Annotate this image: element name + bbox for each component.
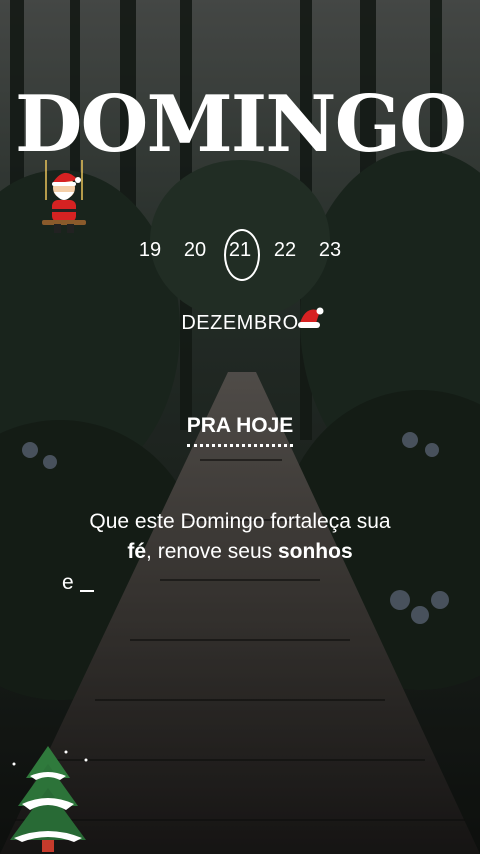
- quote-line-3-text: e: [62, 570, 74, 594]
- date-23: 23: [318, 239, 342, 261]
- santa-hat-icon: [298, 307, 324, 328]
- month-label: DEZEMBRO: [181, 312, 299, 334]
- quote-line-3: e: [0, 568, 480, 598]
- quote-line-2-middle: , renove seus: [146, 540, 278, 564]
- date-21-selected: 21: [224, 229, 260, 281]
- quote-word-fe: fé: [127, 540, 147, 564]
- typing-cursor: [79, 589, 94, 592]
- date-strip: 19 20 21 22 23: [0, 229, 480, 281]
- story-canvas: DOMINGO 19 20 21 22 23 DEZEMBRO PRA HOJE…: [0, 0, 480, 854]
- date-19: 19: [138, 239, 162, 261]
- date-20: 20: [183, 239, 207, 261]
- date-22: 22: [273, 239, 297, 261]
- quote-line-1: Que este Domingo fortaleça sua: [89, 510, 391, 533]
- quote-word-sonhos: sonhos: [277, 540, 353, 564]
- daily-quote: Que este Domingo fortaleça sua fé, renov…: [0, 507, 480, 598]
- section-label: PRA HOJE: [0, 414, 480, 447]
- section-label-text: PRA HOJE: [186, 414, 294, 447]
- snowy-pine-tree-icon: [10, 746, 88, 852]
- day-title: DOMINGO: [14, 79, 467, 170]
- santa-claus-swing-icon: [42, 160, 86, 233]
